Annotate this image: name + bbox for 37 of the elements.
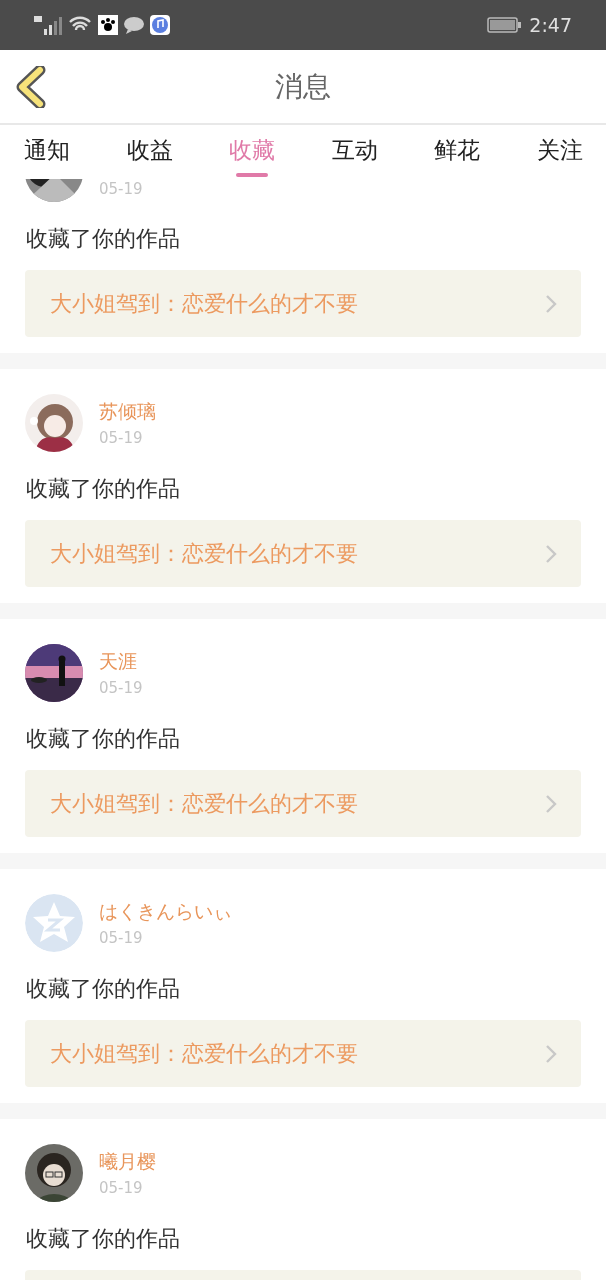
chevron-right-icon — [545, 293, 557, 314]
message-text: 收藏了你的作品 — [26, 475, 181, 503]
username[interactable]: はくきんらいぃ — [99, 899, 232, 925]
chevron-right-icon — [545, 793, 557, 814]
tab[interactable]: 通知 — [24, 125, 70, 179]
chat-icon — [124, 16, 144, 34]
username[interactable]: 曦月樱 — [99, 1149, 156, 1175]
message-text: 收藏了你的作品 — [26, 975, 181, 1003]
signal-icon — [34, 15, 62, 35]
username[interactable]: 苏倾璃 — [99, 399, 156, 425]
page-title: 消息 — [274, 68, 332, 105]
chevron-right-icon — [545, 543, 557, 564]
tab[interactable]: 鲜花 — [434, 125, 481, 179]
date-text: 05-19 — [99, 180, 143, 198]
date-text: 05-19 — [99, 1179, 144, 1197]
message-text: 收藏了你的作品 — [26, 1225, 181, 1253]
work-link[interactable]: 大小姐驾到：恋爱什么的才不要 — [25, 520, 581, 587]
work-link[interactable]: 大小姐驾到：恋爱什么的才不要 — [25, 270, 581, 337]
date-text: 05-19 — [99, 929, 144, 947]
clock: 2:47 — [529, 14, 572, 36]
tab[interactable]: 收益 — [126, 125, 173, 179]
work-link[interactable]: 大小姐驾到：恋爱什么的才不要 — [25, 770, 581, 837]
work-link[interactable]: 大小姐驾到：恋爱什么的才不要 — [25, 1020, 581, 1087]
chevron-right-icon — [545, 1043, 557, 1064]
date-text: 05-19 — [99, 429, 144, 447]
message-text: 收藏了你的作品 — [26, 725, 181, 753]
avatar-icon — [25, 894, 83, 952]
music-icon — [150, 15, 170, 35]
username[interactable]: 天涯 — [99, 649, 143, 675]
date-text: 05-19 — [99, 679, 143, 697]
message-text: 收藏了你的作品 — [26, 225, 181, 253]
tab[interactable]: 互动 — [331, 125, 378, 179]
paw-icon — [98, 15, 118, 35]
tab[interactable]: 收藏 — [229, 125, 276, 179]
battery-icon — [487, 16, 522, 34]
back-button[interactable] — [16, 66, 46, 108]
tab[interactable]: 关注 — [536, 125, 583, 179]
